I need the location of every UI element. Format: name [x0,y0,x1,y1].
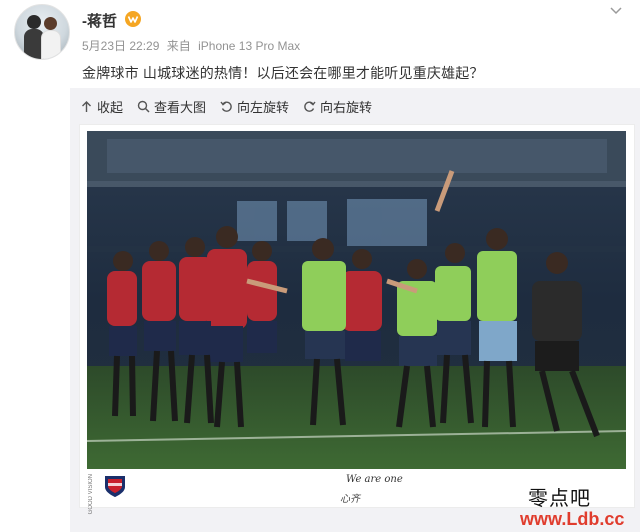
avatar-person-1 [27,15,41,29]
image-toolbar: 收起 查看大图 向左旋转 向右旋转 [80,97,386,115]
team-huddle-illustration [87,131,626,469]
rotate-left-icon [220,101,232,112]
watermark-site-name: 零点吧 [528,486,591,510]
avatar-person-2 [44,17,57,30]
caption-english: We are one [346,474,403,485]
rotate-right-label: 向右旋转 [320,99,373,115]
post-time-link[interactable]: 5月23日 22:29 [82,39,159,53]
team-huddle-photo[interactable] [87,131,626,469]
avatar-person-2-body [41,30,61,59]
view-large-label: 查看大图 [154,99,207,115]
post-source-device[interactable]: iPhone 13 Pro Max [198,39,300,53]
username-link[interactable]: -蒋哲 [82,10,117,31]
collapse-button[interactable]: 收起 [80,97,123,116]
rotate-right-icon [304,101,316,112]
collapse-arrow-icon [82,100,91,112]
rotate-right-button[interactable]: 向右旋转 [303,97,372,116]
post-source-prefix: 来自 [166,39,191,53]
post-text: 金牌球市 山城球迷的热情！以后还会在哪里才能听见重庆雄起？ [82,65,484,81]
rotate-left-button[interactable]: 向左旋转 [220,97,289,116]
photo-credit: GOOD VISION [88,474,94,515]
post-meta: 5月23日 22:29 来自 iPhone 13 Pro Max [82,37,304,54]
collapse-label: 收起 [97,99,124,115]
rotate-left-label: 向左旋转 [237,99,290,115]
chevron-down-icon[interactable] [606,4,626,18]
view-large-button[interactable]: 查看大图 [137,97,206,116]
caption-chinese: 心齐 [340,494,360,505]
club-logo-icon [105,476,125,497]
search-icon [137,100,150,113]
watermark-url: www.Ldb.cc [520,509,625,529]
vip-badge-icon[interactable] [124,10,142,28]
avatar[interactable] [14,4,70,60]
